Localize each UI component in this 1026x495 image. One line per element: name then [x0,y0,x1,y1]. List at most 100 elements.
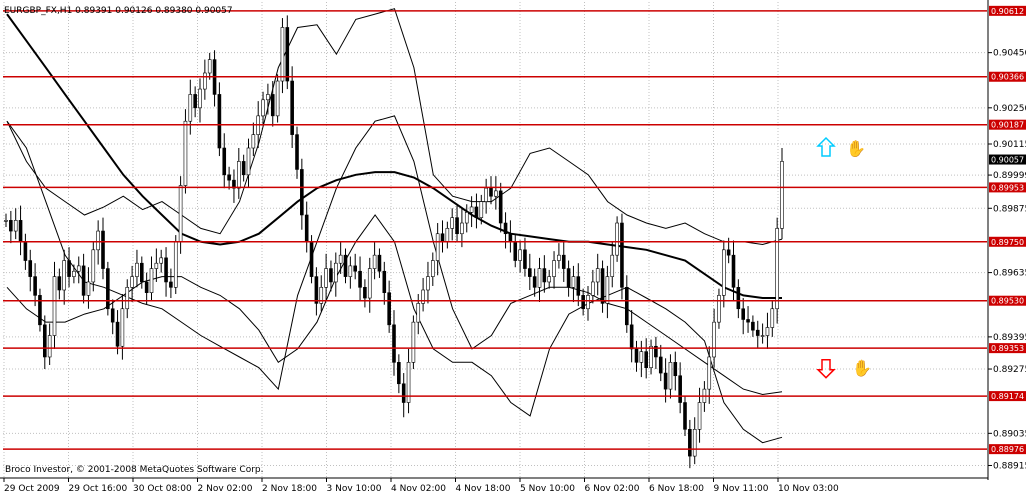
candle-body [513,241,518,261]
candle-body [52,276,57,336]
x-tick-label: 30 Oct 08:00 [133,484,192,494]
level-tag-label: 0.90366 [991,73,1024,82]
candle-body [324,268,328,288]
candle-body [314,276,319,304]
y-tick-label: 0.90456 [993,49,1026,59]
x-tick-label: 4 Nov 18:00 [456,484,511,494]
candle-body [746,319,750,323]
candle-body [280,27,285,82]
candle-body [358,270,362,288]
candle-body [736,287,741,310]
candle-body [600,268,605,304]
candle-body [18,220,23,243]
candle-body [62,260,67,291]
candle-body [227,174,231,181]
candle-body [450,217,455,229]
candle-body [430,260,435,277]
candle-body [479,201,484,218]
candle-body [241,161,246,176]
candle-body [707,356,712,390]
candle-body [697,402,702,430]
chart-root: 0.90612 0.90366 0.90187 0.89953 0.89750 0.895… [0,0,1026,495]
candle-body [755,329,760,336]
candle-body [91,249,96,283]
candle-body [304,214,309,243]
candle-body [542,268,547,283]
candle-body [561,254,566,269]
candle-body [76,265,81,272]
candle-body [173,241,178,288]
candle-body [183,120,188,186]
candle-body [154,262,159,269]
candle-body [193,94,197,109]
candle-body [620,222,624,288]
candle-body [726,249,731,256]
candle-body [557,254,561,261]
candle-body [28,260,33,277]
candle-body [634,348,639,363]
chart-background [0,0,1026,495]
candle-body [203,72,207,90]
x-tick-label: 3 Nov 10:00 [327,484,382,494]
x-tick-label: 9 Nov 11:00 [714,484,769,494]
candle-body [658,356,663,374]
candle-body [469,206,474,213]
candle-body [144,281,149,293]
candle-body [576,276,581,296]
candle-body [387,292,391,326]
x-tick-label: 29 Oct 16:00 [69,484,128,494]
candle-body [188,94,193,122]
candle-body [251,134,256,149]
candle-body [692,429,697,457]
candle-body [101,230,105,269]
candle-body [397,362,401,385]
candle-body [295,134,299,170]
candle-body [42,324,47,358]
y-tick-label: 0.89395 [993,333,1026,343]
candle-body [106,268,110,310]
candle-body [86,281,91,296]
candle-body [130,276,134,288]
candle-body [164,257,168,283]
candle-body [508,233,513,243]
x-tick-label: 2 Nov 02:00 [198,484,253,494]
candle-body [683,402,687,430]
candle-body [688,429,692,457]
candle-body [581,295,585,310]
candle-body [591,281,595,296]
candle-body [57,276,62,291]
candle-body [547,276,552,283]
candle-body [4,220,8,222]
candle-body [372,254,377,269]
level-tag-label: 0.89353 [991,344,1024,353]
candle-body [460,222,464,235]
candle-body [566,268,571,288]
candle-body [474,206,479,218]
candle-body [731,254,736,288]
candle-body [135,262,139,277]
copyright-footer: Broco Investor, © 2001-2008 MetaQuotes S… [5,465,264,475]
candle-body [527,268,532,277]
y-tick-label: 0.89035 [993,429,1026,439]
candle-body [435,233,440,261]
candle-body [38,295,42,326]
candle-body [741,308,746,320]
candle-body [721,249,726,296]
level-tag-label: 0.89174 [991,392,1024,401]
candle-body [115,321,120,347]
candle-body [440,233,445,243]
candle-body [237,161,241,189]
level-tag-label: 0.88976 [991,445,1024,454]
candle-body [140,262,144,283]
candle-body [300,169,304,216]
candle-body [605,276,610,304]
candle-body [775,228,779,310]
candle-body [678,375,682,403]
candle-body [780,161,784,229]
candle-body [266,94,270,101]
candle-body [760,335,765,337]
candle-body [416,303,421,323]
candle-body [770,308,775,328]
candle-body [382,270,387,293]
candle-body [23,241,28,261]
